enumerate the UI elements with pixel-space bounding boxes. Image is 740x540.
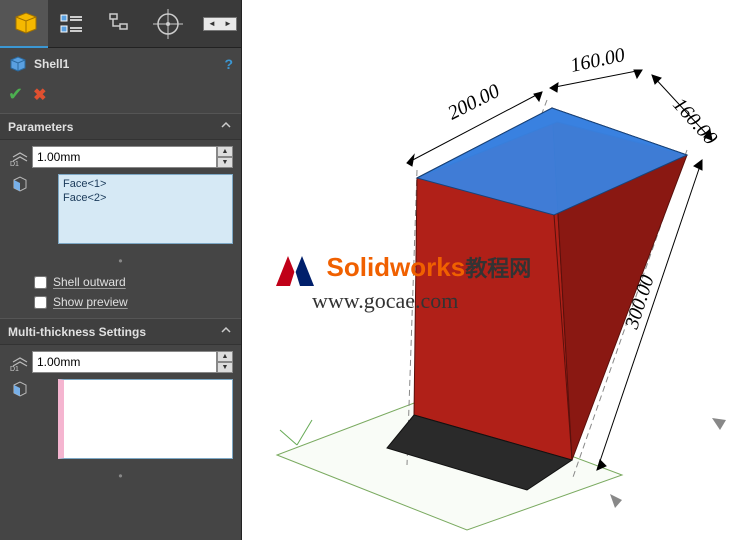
chevron-up-icon xyxy=(219,323,233,340)
multi-thickness-up[interactable]: ▲ xyxy=(217,351,233,362)
cancel-button[interactable]: ✖ xyxy=(33,85,46,105)
dimension-label: 160.00 xyxy=(568,44,626,77)
multi-thickness-body: D1 ▲ ▼ • xyxy=(0,345,241,493)
help-icon[interactable]: ? xyxy=(224,56,233,72)
tree-icon xyxy=(106,10,134,38)
svg-text:D1: D1 xyxy=(10,161,19,167)
shell-icon xyxy=(8,54,28,74)
tab-feature-manager[interactable] xyxy=(0,0,48,48)
ok-button[interactable]: ✔ xyxy=(8,84,23,105)
list-item[interactable]: Face<1> xyxy=(61,177,230,191)
shell-outward-label: Shell outward xyxy=(53,275,126,289)
thickness-up[interactable]: ▲ xyxy=(217,146,233,157)
multi-faces-list[interactable] xyxy=(58,379,233,459)
nav-arrows: ◄ ► xyxy=(203,17,237,31)
dimension-label: 200.00 xyxy=(444,80,503,125)
shell-outward-checkbox[interactable] xyxy=(34,276,47,289)
3d-viewport[interactable]: 200.00 160.00 160.00 300.00 Solidworks教程… xyxy=(242,0,740,540)
faces-icon xyxy=(8,174,32,194)
action-row: ✔ ✖ xyxy=(0,80,241,113)
tab-configurations[interactable] xyxy=(48,0,96,48)
multi-thickness-down[interactable]: ▼ xyxy=(217,362,233,373)
parameters-title: Parameters xyxy=(8,120,73,134)
multi-thickness-header[interactable]: Multi-thickness Settings xyxy=(0,318,241,345)
property-manager-panel: ◄ ► Shell1 ? ✔ ✖ Parameters D1 ▲ xyxy=(0,0,242,540)
chevron-up-icon xyxy=(219,118,233,135)
dimension-label: 160.00 xyxy=(668,94,721,150)
svg-text:D1: D1 xyxy=(10,366,19,372)
nav-prev[interactable]: ◄ xyxy=(204,18,220,30)
list-icon xyxy=(58,10,86,38)
nav-next[interactable]: ► xyxy=(220,18,236,30)
tab-strip: ◄ ► xyxy=(0,0,241,48)
tab-display-manager[interactable] xyxy=(96,0,144,48)
scroll-indicator: • xyxy=(8,465,233,487)
parameters-header[interactable]: Parameters xyxy=(0,113,241,140)
show-preview-checkbox[interactable] xyxy=(34,296,47,309)
scroll-indicator: • xyxy=(8,250,233,272)
multi-thickness-title: Multi-thickness Settings xyxy=(8,325,146,339)
multi-thickness-icon: D1 xyxy=(8,352,32,372)
thickness-input[interactable] xyxy=(32,146,217,168)
thickness-down[interactable]: ▼ xyxy=(217,157,233,168)
target-icon xyxy=(153,9,183,39)
multi-thickness-input[interactable] xyxy=(32,351,217,373)
parameters-body: D1 ▲ ▼ Face<1> Face<2> • Shell outward S… xyxy=(0,140,241,318)
thickness-icon: D1 xyxy=(8,147,32,167)
list-item[interactable]: Face<2> xyxy=(61,191,230,205)
multi-faces-icon xyxy=(8,379,32,399)
tab-dimxpert[interactable] xyxy=(144,0,192,48)
feature-title: Shell1 xyxy=(34,57,224,71)
cube-icon xyxy=(8,7,40,39)
model-canvas: 200.00 160.00 160.00 300.00 xyxy=(242,0,740,540)
faces-list[interactable]: Face<1> Face<2> xyxy=(58,174,233,244)
show-preview-label: Show preview xyxy=(53,295,128,309)
feature-header: Shell1 ? xyxy=(0,48,241,80)
